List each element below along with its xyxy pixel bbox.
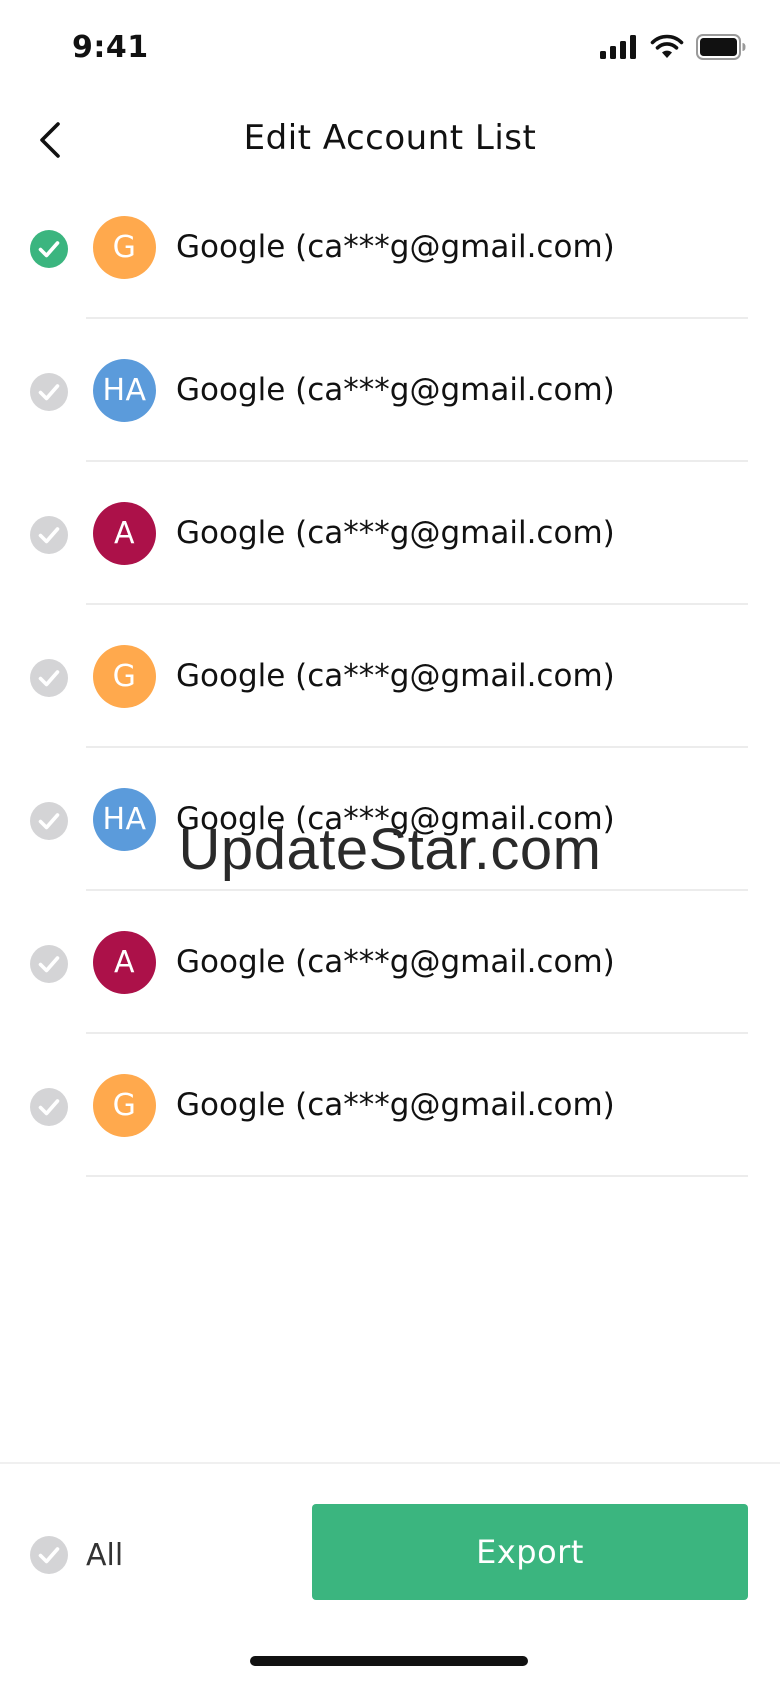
header: Edit Account List	[0, 100, 780, 180]
battery-icon	[696, 34, 746, 60]
account-list: G Google (ca***g@gmail.com) HA Google (ca**…	[0, 176, 780, 1177]
signal-icon	[600, 35, 636, 59]
home-indicator	[250, 1656, 528, 1666]
check-circle-icon[interactable]	[30, 802, 68, 840]
status-icons	[600, 34, 746, 60]
account-row[interactable]: HA Google (ca***g@gmail.com)	[0, 748, 780, 891]
avatar: HA	[93, 359, 156, 422]
check-circle-icon[interactable]	[30, 516, 68, 554]
avatar: A	[93, 502, 156, 565]
account-label: Google (ca***g@gmail.com)	[176, 658, 615, 694]
check-circle-icon[interactable]	[30, 373, 68, 411]
account-row[interactable]: A Google (ca***g@gmail.com)	[0, 891, 780, 1034]
check-circle-icon[interactable]	[30, 945, 68, 983]
select-all-toggle[interactable]: All	[30, 1536, 123, 1574]
avatar: G	[93, 645, 156, 708]
check-circle-icon[interactable]	[30, 1088, 68, 1126]
avatar: HA	[93, 788, 156, 851]
avatar: A	[93, 931, 156, 994]
select-all-label: All	[86, 1537, 124, 1573]
check-circle-icon[interactable]	[30, 659, 68, 697]
row-divider	[86, 1175, 748, 1177]
account-label: Google (ca***g@gmail.com)	[176, 229, 615, 265]
status-bar: 9:41	[0, 0, 780, 100]
account-label: Google (ca***g@gmail.com)	[176, 515, 615, 551]
account-row[interactable]: G Google (ca***g@gmail.com)	[0, 605, 780, 748]
status-time: 9:41	[72, 30, 149, 65]
check-circle-selected-icon[interactable]	[30, 230, 68, 268]
account-label: Google (ca***g@gmail.com)	[176, 801, 615, 837]
account-label: Google (ca***g@gmail.com)	[176, 944, 615, 980]
account-label: Google (ca***g@gmail.com)	[176, 372, 615, 408]
account-row[interactable]: G Google (ca***g@gmail.com)	[0, 1034, 780, 1177]
page-title: Edit Account List	[243, 118, 537, 158]
avatar: G	[93, 1074, 156, 1137]
account-label: Google (ca***g@gmail.com)	[176, 1087, 615, 1123]
wifi-icon	[650, 34, 684, 58]
account-row[interactable]: G Google (ca***g@gmail.com)	[0, 176, 780, 319]
account-row[interactable]: A Google (ca***g@gmail.com)	[0, 462, 780, 605]
export-button[interactable]: Export	[312, 1504, 748, 1600]
avatar: G	[93, 216, 156, 279]
account-row[interactable]: HA Google (ca***g@gmail.com)	[0, 319, 780, 462]
check-circle-icon	[30, 1536, 68, 1574]
